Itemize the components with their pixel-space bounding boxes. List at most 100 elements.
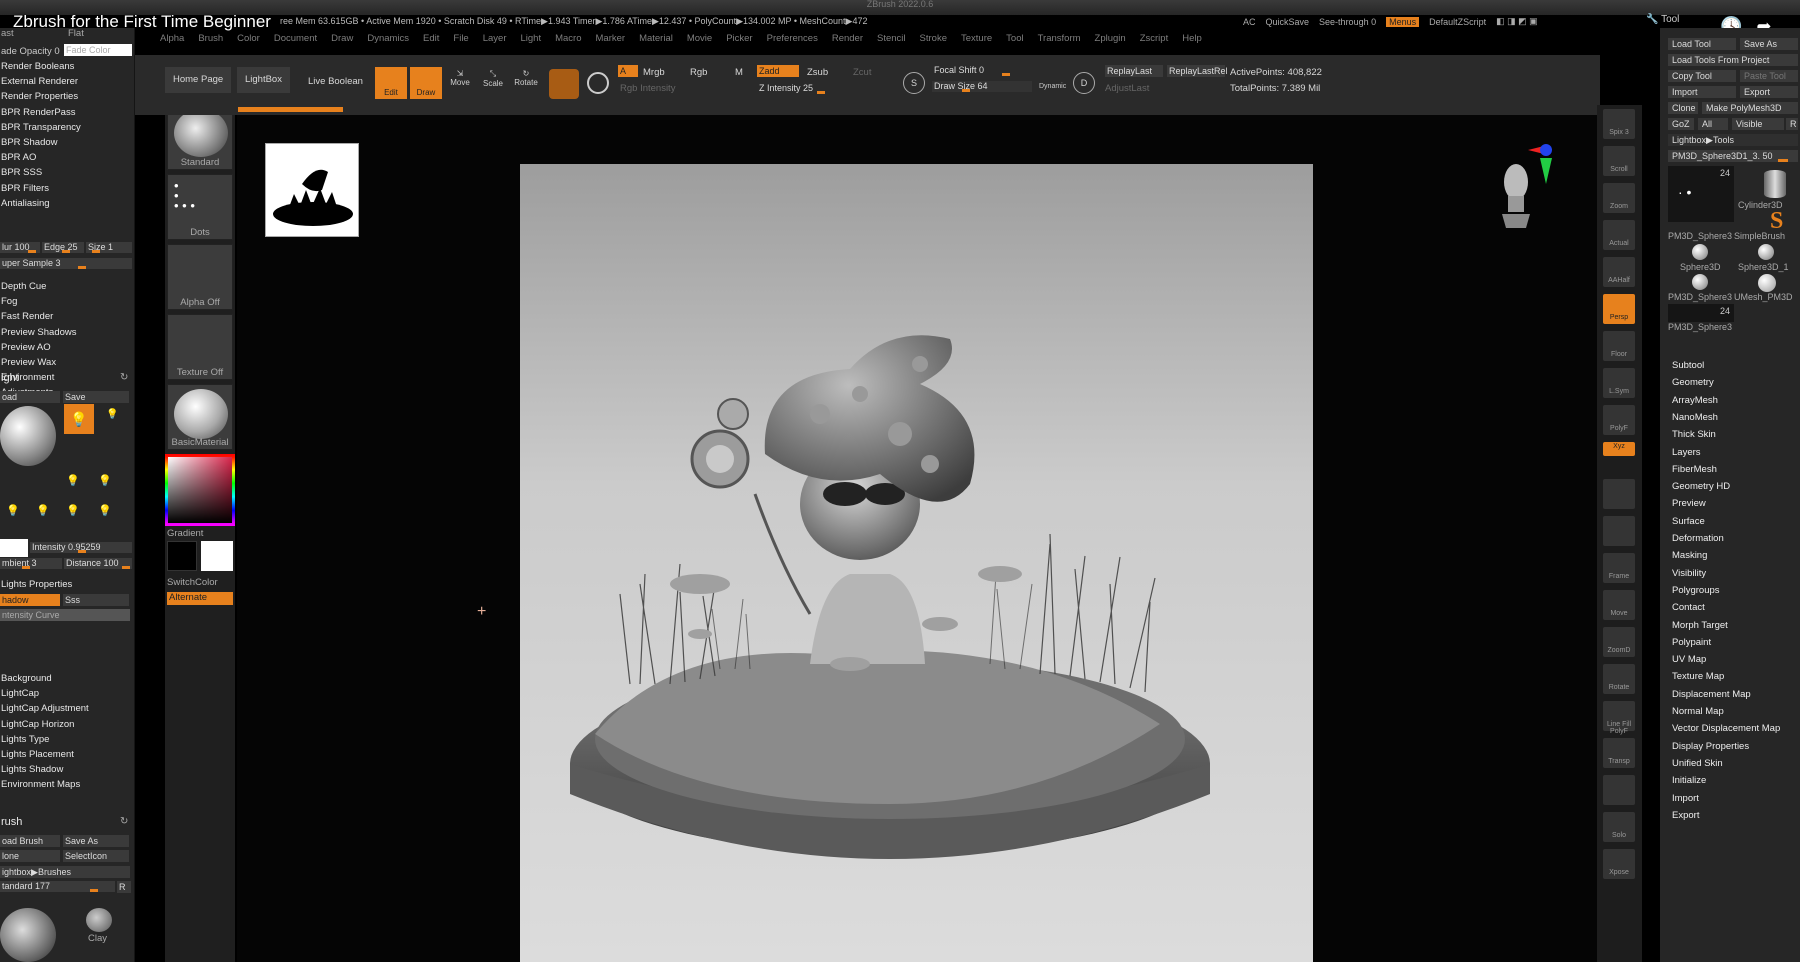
right-shelf-button[interactable]: Solo (1603, 812, 1635, 842)
menu-document[interactable]: Document (274, 33, 317, 47)
tool-subpalette-item[interactable]: Preview (1672, 498, 1706, 509)
subpalette-item[interactable]: LightCap Horizon (1, 719, 74, 730)
right-shelf-button[interactable]: Spix 3 (1603, 109, 1635, 139)
scale-button[interactable]: ⤡ Scale (478, 69, 508, 101)
zadd-toggle[interactable]: Zadd (757, 65, 799, 77)
tool-subpalette-item[interactable]: Display Properties (1672, 741, 1749, 752)
light-sphere[interactable] (0, 406, 56, 466)
tool-save-as-button[interactable]: Save As (1740, 38, 1798, 50)
tool-label-3[interactable]: Sphere3D_1 (1738, 262, 1789, 272)
tool-subpalette-item[interactable]: Polypaint (1672, 637, 1711, 648)
subpalette-item[interactable]: BPR AO (1, 152, 36, 163)
home-page-button[interactable]: Home Page (165, 67, 232, 93)
tool-label-0[interactable]: PM3D_Sphere3 (1668, 231, 1732, 241)
menu-marker[interactable]: Marker (596, 33, 626, 47)
brush-refresh-icon[interactable]: ↻ (120, 816, 128, 827)
tool-subpalette-item[interactable]: Initialize (1672, 775, 1706, 786)
tool-import-button[interactable]: Import (1668, 86, 1736, 98)
right-shelf-button[interactable] (1603, 479, 1635, 509)
refresh-icon[interactable]: ↻ (120, 372, 128, 383)
sphere-icon[interactable] (1758, 244, 1774, 260)
subpalette-item[interactable]: Environment Maps (1, 779, 80, 790)
tool-label-2[interactable]: Sphere3D (1680, 262, 1721, 272)
color-picker[interactable] (165, 454, 235, 526)
menu-movie[interactable]: Movie (687, 33, 712, 47)
cylinder-tool-icon[interactable] (1764, 170, 1786, 198)
light-section-title[interactable]: ight (1, 372, 19, 384)
brush-standard-slider[interactable]: tandard 177 (0, 881, 115, 892)
tool-label-5[interactable]: UMesh_PM3D (1734, 292, 1793, 302)
ac-button[interactable]: AC (1243, 17, 1256, 27)
menu-layer[interactable]: Layer (483, 33, 507, 47)
fade-opacity-slider[interactable]: ade Opacity 0 (1, 46, 60, 57)
axis-gizmo-icon[interactable] (1528, 142, 1558, 187)
aa-edge-slider[interactable]: Edge 25 (42, 242, 84, 253)
sculptris-button[interactable] (549, 69, 579, 99)
tool-subpalette-item[interactable]: Deformation (1672, 533, 1724, 544)
subpalette-item[interactable]: Render Booleans (1, 61, 74, 72)
tool-label-6[interactable]: PM3D_Sphere3 (1668, 322, 1732, 332)
subpalette-item[interactable]: LightCap (1, 688, 39, 699)
tool-label-1[interactable]: SimpleBrush (1734, 231, 1785, 241)
tool-subpalette-item[interactable]: Import (1672, 793, 1699, 804)
navigation-thumbnail[interactable] (265, 143, 359, 237)
load-tools-from-project[interactable]: Load Tools From Project (1668, 54, 1798, 66)
light-bulb-icon[interactable]: 💡 (6, 504, 20, 517)
intensity-curve[interactable]: ntensity Curve (0, 609, 130, 621)
seethrough-slider[interactable]: See-through 0 (1319, 17, 1376, 27)
menu-alpha[interactable]: Alpha (160, 33, 184, 47)
right-shelf-button[interactable]: L.Sym (1603, 368, 1635, 398)
umesh-icon[interactable] (1758, 274, 1776, 292)
light-bulb-icon[interactable]: 💡 (66, 474, 80, 487)
focal-d-icon[interactable]: D (1073, 72, 1095, 94)
menu-stroke[interactable]: Stroke (920, 33, 947, 47)
menu-color[interactable]: Color (237, 33, 260, 47)
live-boolean-button[interactable]: Live Boolean (308, 76, 363, 87)
subpalette-item[interactable]: Render Properties (1, 91, 78, 102)
tool-subpalette-item[interactable]: Visibility (1672, 568, 1706, 579)
tool-subpalette-item[interactable]: Subtool (1672, 360, 1704, 371)
sss-toggle[interactable]: Sss (63, 594, 129, 606)
tool-subpalette-item[interactable]: Geometry HD (1672, 481, 1730, 492)
menu-edit[interactable]: Edit (423, 33, 439, 47)
light-intensity-slider[interactable]: Intensity 0.95259 (30, 542, 132, 553)
brush-selection-button[interactable]: SelectIcon (63, 850, 129, 862)
tool-clone-button[interactable]: Clone (1668, 102, 1698, 114)
subpalette-item[interactable]: Preview AO (1, 342, 51, 353)
mrgb-toggle[interactable]: Mrgb (643, 67, 665, 78)
menu-brush[interactable]: Brush (198, 33, 223, 47)
menu-macro[interactable]: Macro (555, 33, 581, 47)
distance-slider[interactable]: Distance 100 (64, 558, 132, 569)
right-shelf-button[interactable]: Floor (1603, 331, 1635, 361)
tool-subpalette-item[interactable]: UV Map (1672, 654, 1706, 665)
alpha-button[interactable]: Alpha Off (167, 244, 233, 310)
document-canvas[interactable] (520, 164, 1313, 962)
subpalette-item[interactable]: BPR Filters (1, 183, 49, 194)
right-shelf-button[interactable]: Line Fill PolyF (1603, 701, 1635, 735)
tool-subpalette-item[interactable]: NanoMesh (1672, 412, 1718, 423)
right-shelf-button[interactable]: Persp (1603, 294, 1635, 324)
spotlight-icon[interactable] (587, 72, 609, 94)
tool-subpalette-item[interactable]: Export (1672, 810, 1699, 821)
standard-brush-thumbnail[interactable] (0, 908, 56, 962)
light-bulb-icon[interactable]: 💡 (36, 504, 50, 517)
tool-subpalette-item[interactable]: FiberMesh (1672, 464, 1717, 475)
tool-subpalette-item[interactable]: Vector Displacement Map (1672, 723, 1780, 734)
subpalette-item[interactable]: Background (1, 673, 52, 684)
goz-all-button[interactable]: All (1698, 118, 1728, 130)
paste-tool-button[interactable]: Paste Tool (1740, 70, 1798, 82)
light-color-swatch[interactable] (0, 539, 28, 557)
quicksave-button[interactable]: QuickSave (1266, 17, 1310, 27)
subpalette-item[interactable]: BPR RenderPass (1, 107, 75, 118)
alternate-button[interactable]: Alternate (167, 592, 233, 605)
goz-visible-button[interactable]: Visible (1732, 118, 1784, 130)
sphere-icon[interactable] (1692, 274, 1708, 290)
zcut-toggle[interactable]: Zcut (853, 67, 871, 78)
right-shelf-button[interactable]: Transp (1603, 738, 1635, 768)
tool-subpalette-item[interactable]: Morph Target (1672, 620, 1728, 631)
tool-export-button[interactable]: Export (1740, 86, 1798, 98)
texture-button[interactable]: Texture Off (167, 314, 233, 380)
light-save-button[interactable]: Save (63, 391, 129, 403)
rotate-button[interactable]: ↻ Rotate (511, 69, 541, 101)
menu-light[interactable]: Light (520, 33, 541, 47)
